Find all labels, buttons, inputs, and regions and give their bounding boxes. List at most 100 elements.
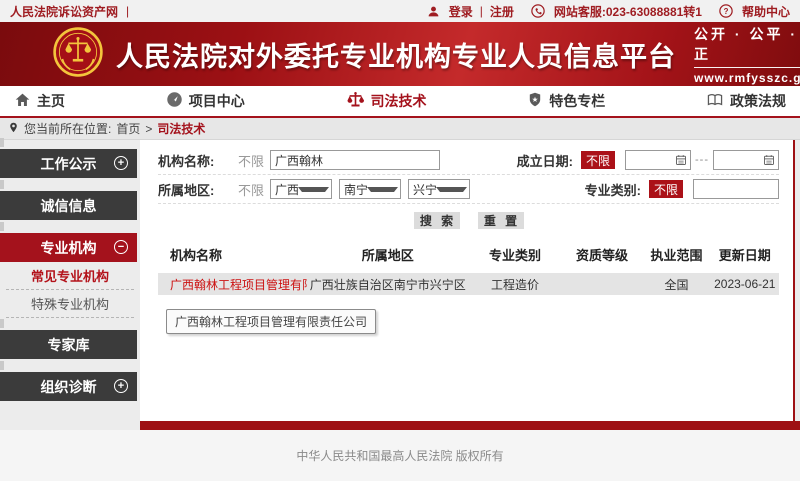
breadcrumb-separator: > <box>145 122 152 136</box>
help-icon: ? <box>719 4 733 18</box>
form-row-org-name: 机构名称: 不限 成立日期: 不限 --- <box>158 146 779 175</box>
date-range-separator: --- <box>695 154 709 166</box>
cell-category: 工程造价 <box>468 276 561 293</box>
org-name-tooltip: 广西翰林工程项目管理有限责任公司 <box>166 309 376 334</box>
policy-book-icon <box>706 92 724 111</box>
banner-slogan: 公开 · 公平 · 公正 <box>694 24 800 68</box>
sidebar-item-label: 组织诊断 <box>41 377 97 397</box>
breadcrumb: 您当前所在位置: 首页 > 司法技术 <box>0 118 800 140</box>
sidebar-subitem-special-orgs[interactable]: 特殊专业机构 <box>6 290 134 318</box>
banner-website: www.rmfysszc.gov.cn <box>694 71 800 85</box>
search-button[interactable]: 搜 索 <box>414 212 460 229</box>
help-center-link[interactable]: 帮助中心 <box>742 3 790 20</box>
form-actions: 搜 索 重 置 <box>158 204 779 233</box>
sidebar-submenu: 常见专业机构 特殊专业机构 <box>6 262 134 318</box>
cell-region: 广西壮族自治区南宁市兴宁区 <box>307 276 468 293</box>
court-emblem-logo <box>52 26 104 83</box>
sidebar-item-professional-orgs[interactable]: 专业机构 − <box>0 233 137 262</box>
login-link[interactable]: 登录 <box>449 3 473 20</box>
nav-item-featured-columns[interactable]: 特色专栏 <box>527 91 605 111</box>
region-label: 所属地区: <box>158 180 230 199</box>
table-row: 广西翰林工程项目管理有限责任... 广西壮族自治区南宁市兴宁区 工程造价 全国 … <box>158 273 779 295</box>
chevron-down-icon <box>436 187 467 192</box>
category-label: 专业类别: <box>585 180 641 199</box>
sidebar-subitem-label: 常见专业机构 <box>31 266 109 285</box>
reset-button[interactable]: 重 置 <box>478 212 524 229</box>
province-select[interactable]: 广西壮族自治 <box>270 179 332 199</box>
user-icon <box>427 5 440 18</box>
district-select-value: 兴宁区 <box>413 181 436 198</box>
founded-unlimited-button[interactable]: 不限 <box>581 151 615 169</box>
location-pin-icon <box>8 121 19 137</box>
justice-scales-icon <box>346 91 365 112</box>
col-header-updated: 更新日期 <box>711 245 779 264</box>
platform-title: 人民法院对外委托专业机构专业人员信息平台 <box>116 35 676 74</box>
org-name-unlimited-text: 不限 <box>238 151 270 170</box>
phone-icon <box>531 4 545 18</box>
nav-item-judicial-tech[interactable]: 司法技术 <box>346 91 427 112</box>
nav-label: 项目中心 <box>189 91 245 111</box>
chevron-down-icon <box>298 187 329 192</box>
main-navigation: 主页 项目中心 司法技术 特色专栏 政策法规 <box>0 86 800 118</box>
city-select[interactable]: 南宁市 <box>339 179 401 199</box>
col-header-scope: 执业范围 <box>642 245 710 264</box>
chevron-down-icon <box>367 187 398 192</box>
copyright-text: 中华人民共和国最高人民法院 版权所有 <box>296 447 503 464</box>
breadcrumb-current: 司法技术 <box>157 120 205 137</box>
city-select-value: 南宁市 <box>344 181 367 198</box>
col-header-qualification: 资质等级 <box>562 245 643 264</box>
results-table-header: 机构名称 所属地区 专业类别 资质等级 执业范围 更新日期 <box>158 233 779 273</box>
breadcrumb-home-link[interactable]: 首页 <box>116 120 140 137</box>
nav-label: 政策法规 <box>730 91 786 111</box>
cell-updated: 2023-06-21 <box>711 277 779 291</box>
sidebar-item-label: 诚信信息 <box>41 196 97 216</box>
category-unlimited-button[interactable]: 不限 <box>649 180 683 198</box>
nav-label: 主页 <box>37 91 65 111</box>
sidebar-menu: 工作公示 + 诚信信息 专业机构 − 常见专业机构 特殊专业机构 专家库 <box>0 140 140 421</box>
col-header-org-name: 机构名称 <box>158 245 307 264</box>
sidebar-item-work-publicity[interactable]: 工作公示 + <box>0 149 137 178</box>
sidebar-subitem-common-orgs[interactable]: 常见专业机构 <box>6 262 134 290</box>
org-name-input[interactable] <box>270 150 440 170</box>
sidebar-item-label: 工作公示 <box>41 154 97 174</box>
org-name-label: 机构名称: <box>158 151 230 170</box>
page-body: 工作公示 + 诚信信息 专业机构 − 常见专业机构 特殊专业机构 专家库 <box>0 140 800 421</box>
col-header-region: 所属地区 <box>307 245 468 264</box>
nav-item-policies[interactable]: 政策法规 <box>706 91 786 111</box>
sidebar-item-org-diagnosis[interactable]: 组织诊断 + <box>0 372 137 401</box>
expand-plus-icon: + <box>114 379 128 393</box>
sidebar-item-integrity-info[interactable]: 诚信信息 <box>0 191 137 220</box>
calendar-icon <box>763 154 775 166</box>
page-footer: 中华人民共和国最高人民法院 版权所有 <box>0 430 800 481</box>
breadcrumb-prefix: 您当前所在位置: <box>24 120 111 137</box>
category-input[interactable] <box>693 179 779 199</box>
featured-badge-icon <box>527 91 543 111</box>
svg-text:?: ? <box>724 7 729 16</box>
nav-item-home[interactable]: 主页 <box>14 91 65 111</box>
top-utility-bar: 人民法院诉讼资产网 | 登录 | 注册 网站客服:023-63088881转1 … <box>0 0 800 22</box>
founded-date-end-input[interactable] <box>713 150 779 170</box>
register-link[interactable]: 注册 <box>490 3 514 20</box>
nav-label: 特色专栏 <box>549 91 605 111</box>
portal-link[interactable]: 人民法院诉讼资产网 <box>10 3 118 20</box>
project-icon <box>166 91 183 111</box>
form-row-region: 所属地区: 不限 广西壮族自治 南宁市 兴宁区 专业类别: 不限 <box>158 175 779 204</box>
page: 人民法院诉讼资产网 | 登录 | 注册 网站客服:023-63088881转1 … <box>0 0 800 484</box>
login-register-divider: | <box>480 4 483 18</box>
region-unlimited-text: 不限 <box>238 180 270 199</box>
founded-date-label: 成立日期: <box>517 151 573 170</box>
home-icon <box>14 92 31 111</box>
cell-scope: 全国 <box>642 276 710 293</box>
nav-item-project-center[interactable]: 项目中心 <box>166 91 245 111</box>
founded-date-start-input[interactable] <box>625 150 691 170</box>
sidebar-item-expert-pool[interactable]: 专家库 <box>0 330 137 359</box>
org-name-link[interactable]: 广西翰林工程项目管理有限责任... <box>170 276 307 293</box>
sidebar-subitem-label: 特殊专业机构 <box>31 294 109 313</box>
sidebar-item-label: 专业机构 <box>41 238 97 258</box>
nav-label: 司法技术 <box>371 91 427 111</box>
district-select[interactable]: 兴宁区 <box>408 179 470 199</box>
sidebar-item-label: 专家库 <box>48 335 90 355</box>
collapse-minus-icon: − <box>114 240 128 254</box>
calendar-icon <box>675 154 687 166</box>
main-content-panel: 机构名称: 不限 成立日期: 不限 --- 所属地区: <box>140 140 795 421</box>
